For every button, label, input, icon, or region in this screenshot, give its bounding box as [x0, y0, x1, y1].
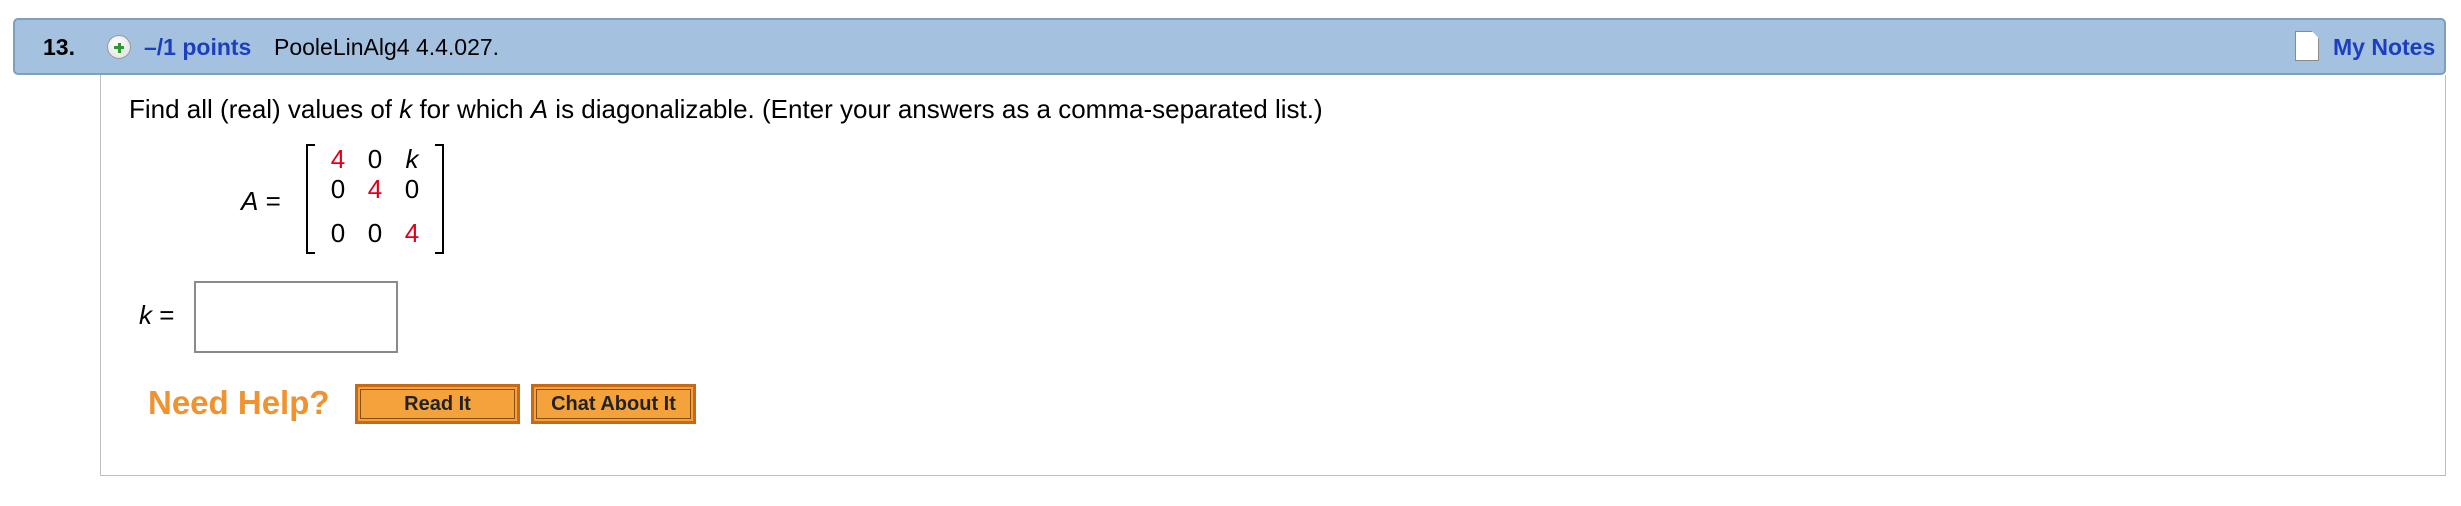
chat-about-it-label: Chat About It	[536, 389, 691, 419]
matrix-cell-2-3: 0	[404, 174, 420, 204]
answer-input[interactable]	[194, 281, 398, 353]
matrix: 4 0 k 0 4 0 0 0 4	[306, 144, 444, 256]
matrix-cell-2-2: 4	[367, 174, 383, 204]
matrix-label-var: A	[241, 186, 259, 216]
need-help-label: Need Help?	[148, 384, 330, 421]
prompt-text-2: for which	[412, 94, 531, 124]
matrix-label: A =	[241, 186, 281, 217]
matrix-cell-2-1: 0	[330, 174, 346, 204]
answer-label-eq: =	[152, 300, 175, 330]
question-prompt: Find all (real) values of k for which A …	[129, 94, 1323, 125]
read-it-label: Read It	[360, 389, 515, 419]
matrix-cell-1-2: 0	[367, 144, 383, 174]
matrix-cell-1-1: 4	[330, 144, 346, 174]
matrix-cell-3-1: 0	[330, 218, 346, 248]
prompt-text-1: Find all (real) values of	[129, 94, 400, 124]
question-header: 13. –/1 points PooleLinAlg4 4.4.027. My …	[13, 18, 2446, 75]
matrix-right-bracket	[435, 144, 444, 254]
matrix-label-eq: =	[258, 186, 281, 216]
my-notes-link[interactable]: My Notes	[2333, 34, 2435, 61]
chat-about-it-button[interactable]: Chat About It	[531, 384, 696, 424]
prompt-variable-k: k	[399, 94, 413, 124]
prompt-variable-A: A	[530, 94, 549, 124]
prompt-text-3: is diagonalizable. (Enter your answers a…	[548, 94, 1323, 124]
question-code: PooleLinAlg4 4.4.027.	[274, 34, 500, 60]
read-it-button[interactable]: Read It	[355, 384, 520, 424]
matrix-left-bracket	[306, 144, 315, 254]
plus-icon[interactable]	[107, 35, 131, 59]
matrix-cell-1-3: k	[405, 144, 419, 174]
points-link[interactable]: –/1 points	[144, 34, 251, 61]
matrix-cell-3-3: 4	[404, 218, 420, 248]
answer-label-var: k	[139, 300, 152, 330]
answer-label: k =	[139, 300, 174, 331]
notes-page-icon[interactable]	[2295, 31, 2319, 61]
matrix-cell-3-2: 0	[367, 218, 383, 248]
question-number: 13.	[43, 34, 75, 60]
